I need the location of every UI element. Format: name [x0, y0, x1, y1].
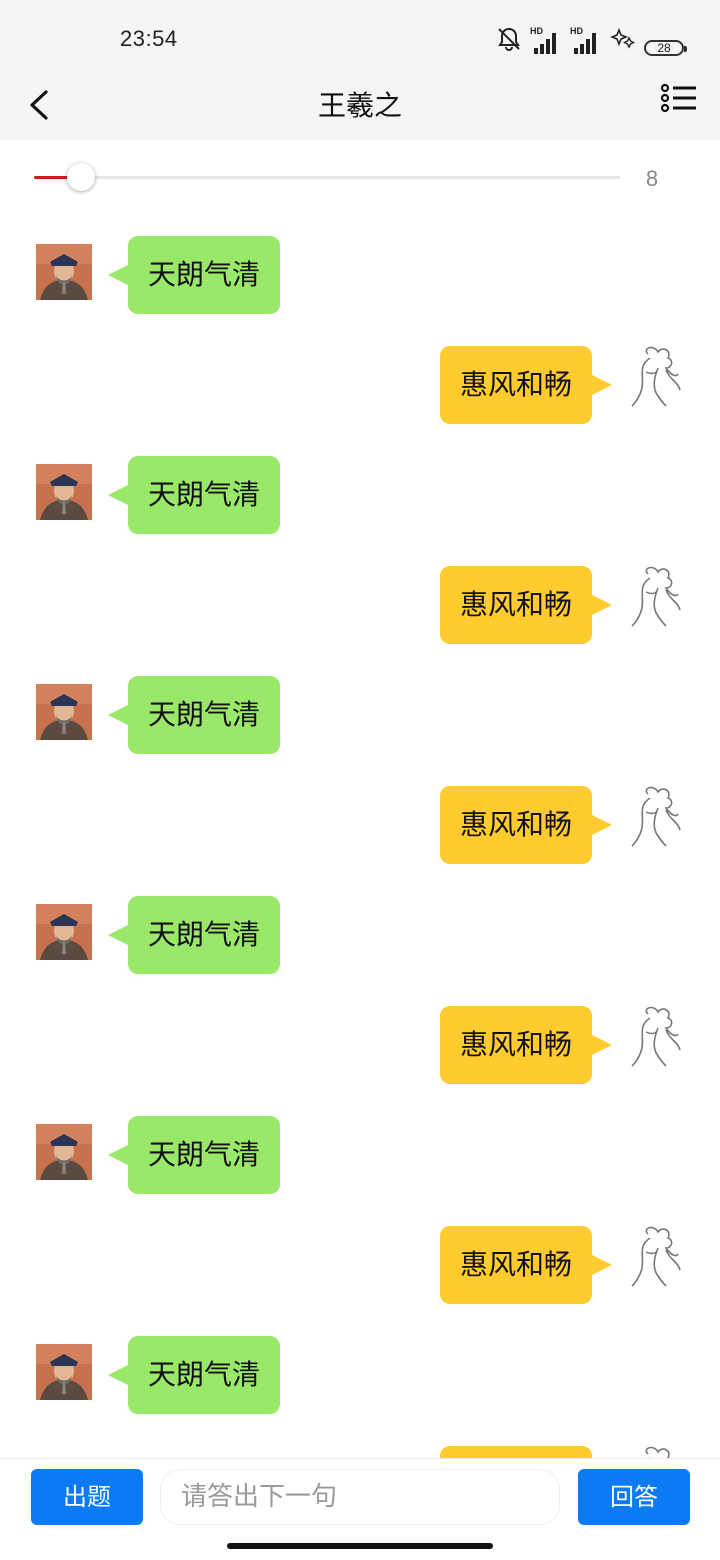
answer-bubble[interactable]: 惠风和畅: [439, 1446, 592, 1458]
answer-input[interactable]: [160, 1469, 560, 1525]
status-time: 23:54: [120, 26, 178, 51]
poet-avatar[interactable]: [36, 1344, 92, 1400]
message-row-sent: 惠风和畅: [0, 550, 720, 660]
user-avatar[interactable]: [628, 1224, 684, 1288]
list-icon: [660, 83, 696, 113]
prompt-bubble[interactable]: 天朗气清: [107, 456, 281, 534]
answer-bubble[interactable]: 惠风和畅: [439, 566, 613, 644]
message-row-received: 天朗气清: [0, 880, 720, 990]
progress-track[interactable]: [34, 163, 620, 191]
answer-bubble[interactable]: 惠风和畅: [439, 346, 613, 424]
prompt-bubble[interactable]: 天朗气清: [107, 676, 281, 754]
prompt-bubble[interactable]: 天朗气清: [107, 1116, 281, 1194]
signal-icon: HD: [530, 26, 562, 56]
poet-avatar[interactable]: [36, 464, 92, 520]
ask-question-button[interactable]: 出题: [31, 1469, 143, 1525]
message-row-sent: 惠风和畅: [0, 990, 720, 1100]
battery-icon: 28: [644, 40, 687, 56]
answer-bubble[interactable]: 惠风和畅: [439, 786, 613, 864]
message-row-sent: 惠风和畅: [0, 1430, 720, 1458]
sparkle-icon: [609, 26, 636, 56]
message-row-received: 天朗气清: [0, 220, 720, 330]
system-icons: HD HD 28: [496, 24, 687, 56]
bell-muted-icon: [496, 26, 522, 56]
menu-button[interactable]: [660, 80, 700, 120]
battery-level: 28: [657, 41, 671, 55]
poet-avatar[interactable]: [36, 684, 92, 740]
progress-knob[interactable]: [66, 163, 95, 191]
bottom-bar: 出题 回答: [0, 1458, 720, 1560]
answer-bubble[interactable]: 惠风和畅: [439, 1226, 613, 1304]
hd-label-2: HD: [570, 26, 583, 36]
message-row-sent: 惠风和畅: [0, 1210, 720, 1320]
progress-section: 8: [0, 140, 720, 220]
user-avatar[interactable]: [628, 784, 684, 848]
answer-bubble[interactable]: 惠风和畅: [439, 1006, 613, 1084]
message-row-sent: 惠风和畅: [0, 330, 720, 440]
message-row-sent: 惠风和畅: [0, 770, 720, 880]
message-row-received: 天朗气清: [0, 1100, 720, 1210]
user-avatar[interactable]: [628, 564, 684, 628]
progress-count: 8: [645, 166, 659, 191]
user-avatar[interactable]: [628, 344, 684, 408]
answer-button[interactable]: 回答: [578, 1469, 690, 1525]
prompt-bubble[interactable]: 天朗气清: [107, 1336, 281, 1414]
poet-avatar[interactable]: [36, 1124, 92, 1180]
prompt-bubble[interactable]: 天朗气清: [107, 896, 281, 974]
user-avatar[interactable]: [628, 1444, 684, 1458]
status-bar: 23:54 HD HD 28: [0, 0, 720, 70]
message-row-received: 天朗气清: [0, 440, 720, 550]
user-avatar[interactable]: [628, 1004, 684, 1068]
prompt-bubble[interactable]: 天朗气清: [107, 236, 281, 314]
message-row-received: 天朗气清: [0, 660, 720, 770]
message-row-received: 天朗气清: [0, 1320, 720, 1430]
nav-bar: 王羲之: [0, 70, 720, 140]
poet-avatar[interactable]: [36, 244, 92, 300]
signal-icon-2: HD: [570, 26, 602, 56]
poet-avatar[interactable]: [36, 904, 92, 960]
hd-label: HD: [530, 26, 543, 36]
chat-list[interactable]: 天朗气清 惠风和畅 天朗气清 惠风和畅 天朗气清 惠风和畅 天朗气清 惠风和畅 天朗气清 惠风和畅…: [0, 220, 720, 1458]
home-indicator[interactable]: [227, 1543, 493, 1549]
page-title: 王羲之: [317, 89, 402, 122]
